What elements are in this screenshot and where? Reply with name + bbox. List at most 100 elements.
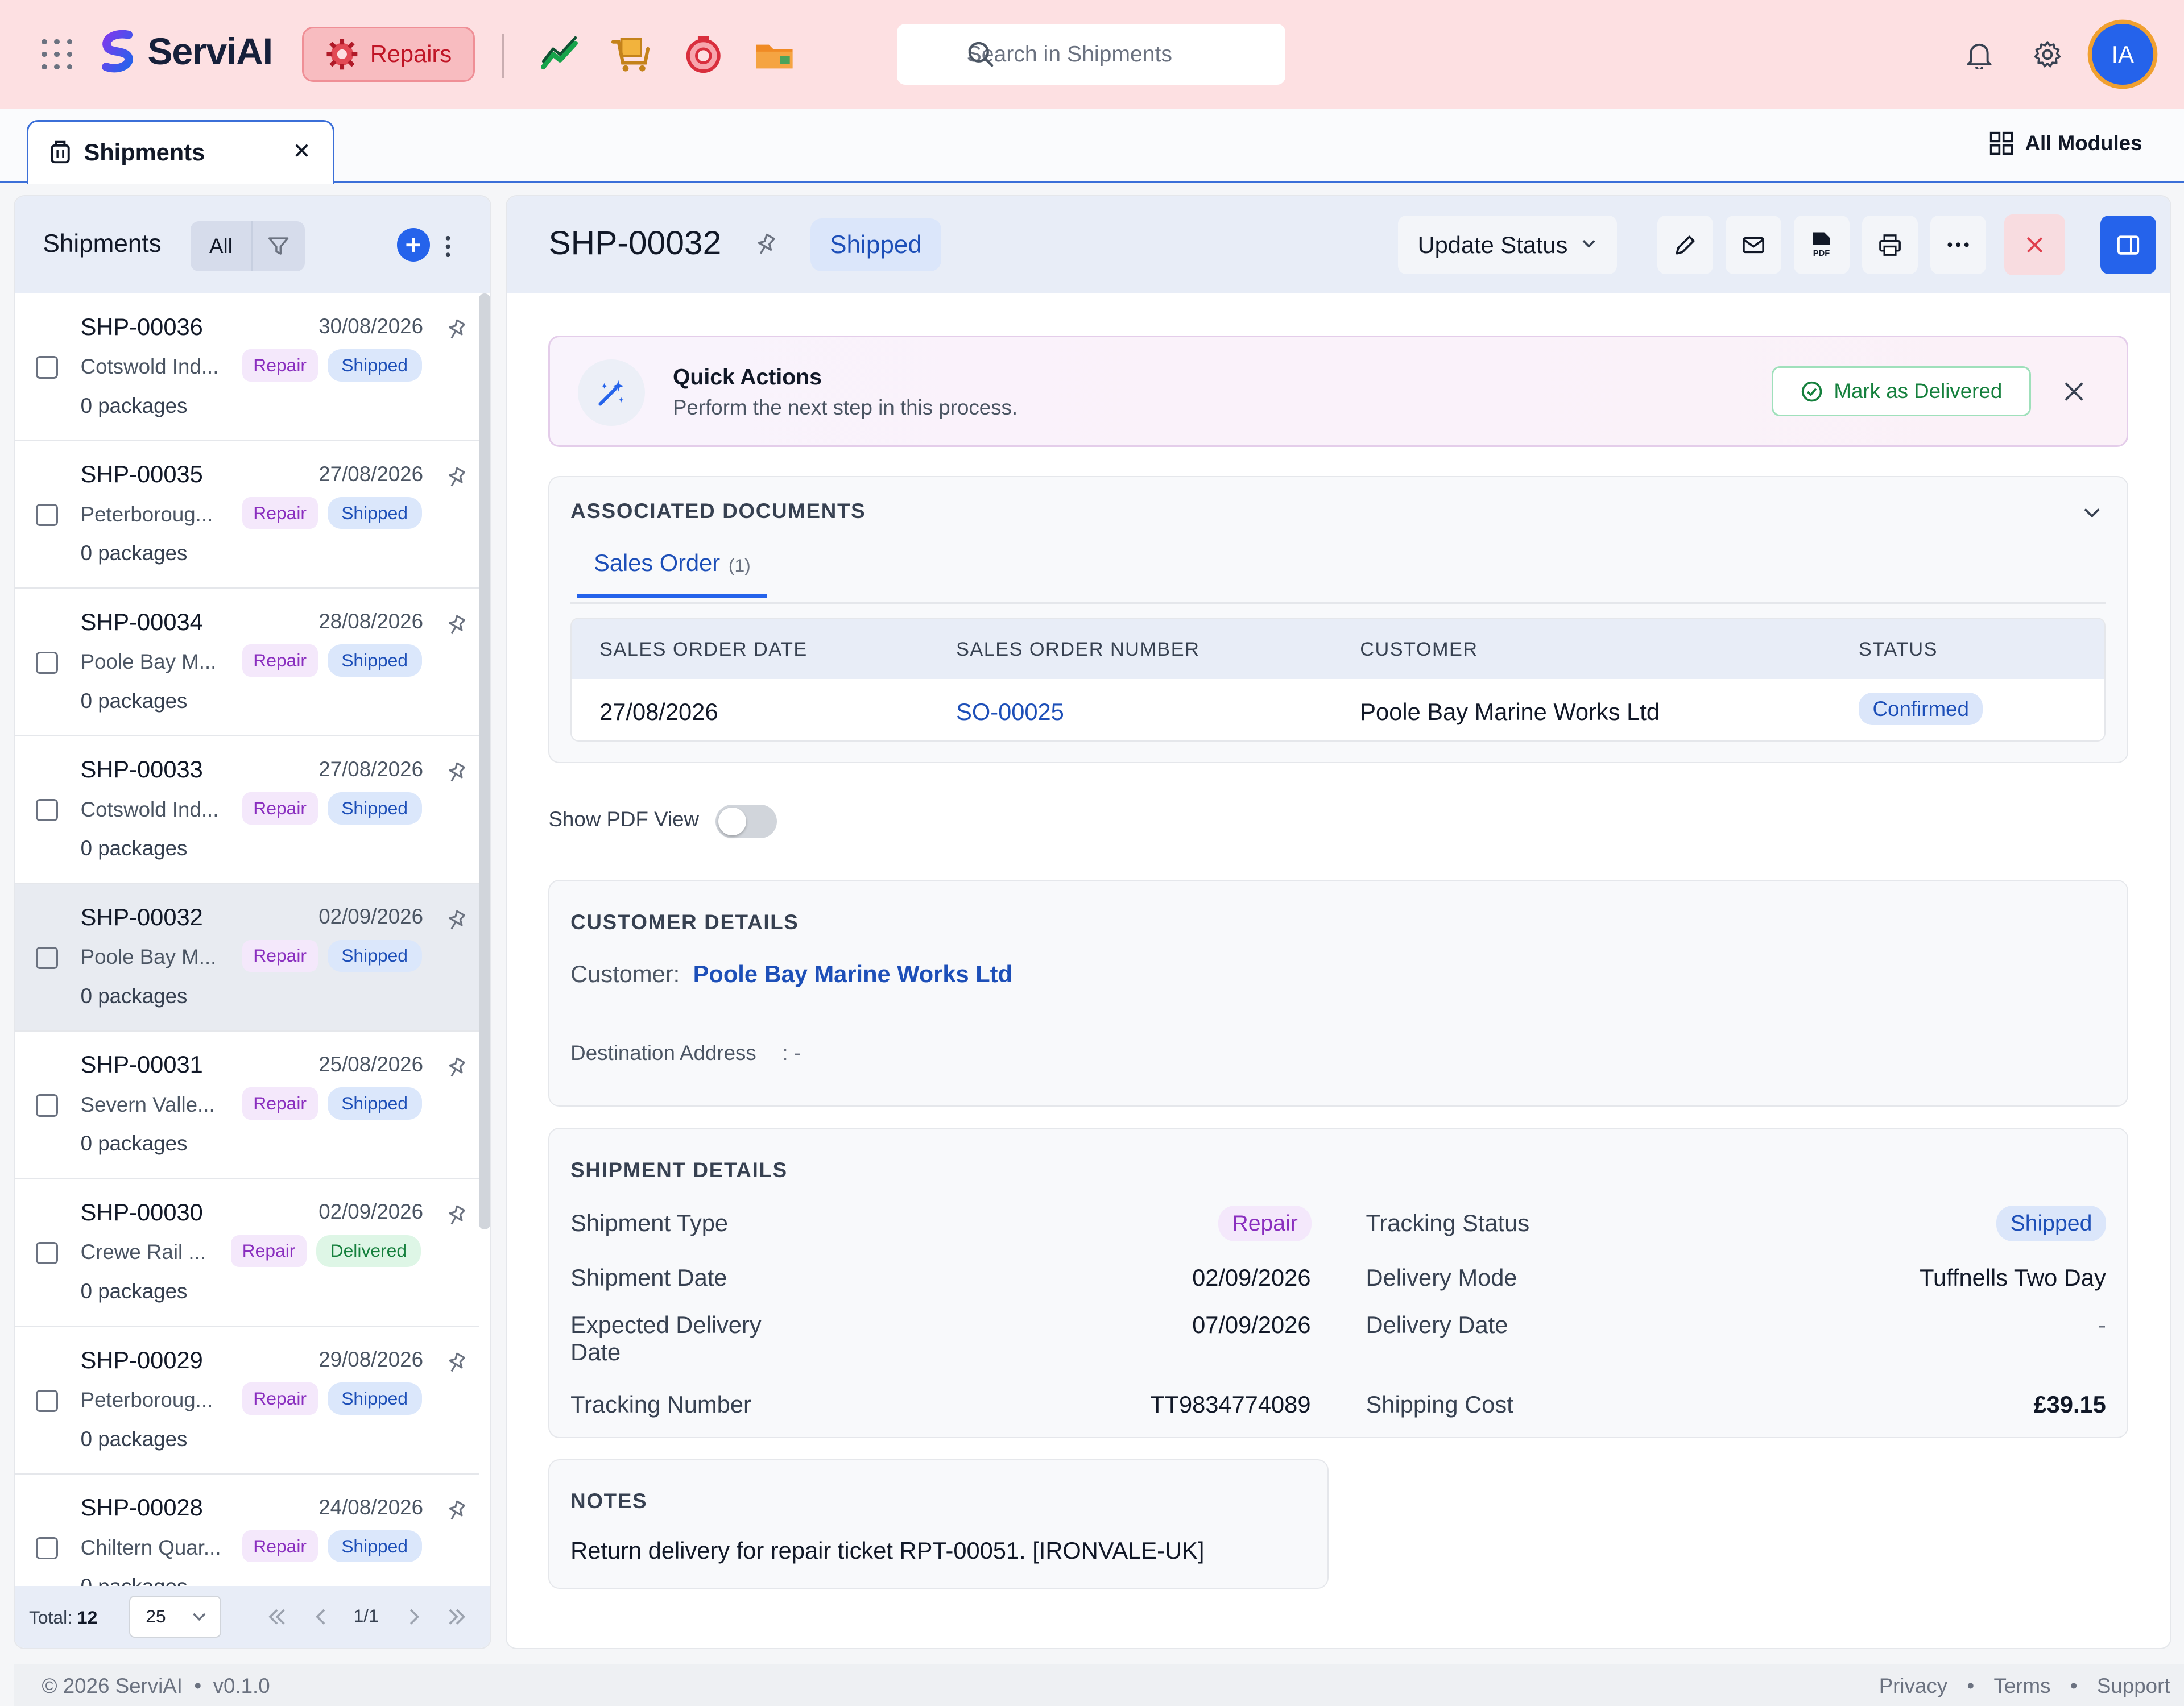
more-vertical-icon[interactable]	[440, 233, 456, 260]
list-item[interactable]: SHP-00028 24/08/2026 Chiltern Quar... Repai…	[15, 1475, 478, 1586]
quick-actions-subtitle: Perform the next step in this process.	[672, 395, 1018, 419]
sales-chart-module-icon[interactable]	[539, 34, 581, 75]
list-item[interactable]: SHP-00029 29/08/2026 Peterboroug... Repair S…	[15, 1327, 479, 1475]
sales-order-number-link[interactable]: SO-00025	[956, 698, 1064, 726]
total-value: 12	[77, 1606, 98, 1628]
row-checkbox[interactable]	[36, 799, 59, 822]
email-button[interactable]	[1725, 216, 1781, 274]
row-checkbox[interactable]	[36, 1389, 59, 1412]
sales-order-tab-label: Sales Order	[594, 549, 721, 577]
search-input[interactable]	[963, 40, 1276, 68]
pin-icon[interactable]	[753, 233, 778, 258]
filter-all-button[interactable]: All	[191, 221, 251, 271]
chevron-down-icon[interactable]	[2082, 505, 2102, 519]
shipment-details-card: SHIPMENT DETAILS Shipment Type Repair Sh…	[548, 1128, 2128, 1439]
row-checkbox[interactable]	[36, 1241, 59, 1265]
apps-grid-icon[interactable]	[42, 39, 73, 70]
update-status-button[interactable]: Update Status	[1398, 216, 1617, 274]
search-icon	[968, 42, 993, 67]
cancel-shipment-button[interactable]	[2004, 214, 2066, 276]
pin-icon[interactable]	[445, 318, 468, 341]
plus-icon	[406, 238, 421, 252]
package-count: 0 packages	[80, 837, 188, 860]
customer-name: Peterboroug...	[80, 502, 213, 526]
pdf-button[interactable]: PDF	[1793, 216, 1850, 274]
customer-details-card: CUSTOMER DETAILS Customer: Poole Bay Mar…	[548, 880, 2128, 1107]
terms-link[interactable]: Terms	[1994, 1674, 2051, 1698]
top-header: ServiAI Repairs Search in Shipments IA	[0, 0, 2184, 109]
pin-icon[interactable]	[445, 909, 468, 931]
edit-button[interactable]	[1657, 216, 1713, 274]
close-icon[interactable]	[2063, 380, 2085, 403]
brand-logo[interactable]: ServiAI	[95, 28, 273, 75]
list-scrollbar[interactable]	[478, 293, 490, 1229]
print-button[interactable]	[1862, 216, 1918, 274]
shipment-date: 27/08/2026	[318, 462, 424, 486]
row-checkbox[interactable]	[36, 651, 59, 674]
tab-sales-order[interactable]: Sales Order (1)	[577, 549, 767, 598]
row-checkbox[interactable]	[36, 504, 59, 527]
support-link[interactable]: Support	[2097, 1674, 2170, 1698]
privacy-link[interactable]: Privacy	[1879, 1674, 1947, 1698]
first-page-icon[interactable]	[267, 1607, 287, 1626]
repairs-module-button[interactable]: Repairs	[302, 26, 475, 82]
row-checkbox[interactable]	[36, 356, 59, 379]
pin-icon[interactable]	[445, 614, 468, 636]
search-box[interactable]	[897, 23, 1286, 85]
service-badge-module-icon[interactable]	[682, 34, 724, 75]
row-badges: Repair Delivered	[231, 1235, 421, 1268]
status-badge: Shipped	[327, 644, 422, 677]
pin-icon[interactable]	[445, 1204, 468, 1227]
list-pagination: Total: 12 25 1/1	[15, 1585, 491, 1648]
separator-dot: •	[2070, 1674, 2078, 1697]
pin-icon[interactable]	[445, 1500, 468, 1522]
list-item[interactable]: SHP-00033 27/08/2026 Cotswold Ind... Repair…	[15, 736, 479, 884]
row-badges: Repair Shipped	[242, 1530, 422, 1563]
pdf-file-icon: PDF	[1813, 232, 1830, 258]
gear-icon[interactable]	[2032, 39, 2063, 70]
row-checkbox[interactable]	[36, 946, 59, 969]
list-item-selected[interactable]: SHP-00032 02/09/2026 Poole Bay M... Repair S…	[15, 884, 479, 1032]
mark-as-delivered-button[interactable]: Mark as Delivered	[1772, 366, 2031, 417]
page-size-select[interactable]: 25	[129, 1596, 221, 1638]
row-checkbox[interactable]	[36, 1537, 59, 1560]
next-page-icon[interactable]	[404, 1607, 423, 1626]
last-page-icon[interactable]	[447, 1607, 466, 1626]
add-shipment-button[interactable]	[396, 228, 431, 262]
type-badge: Repair	[242, 349, 318, 382]
customer-link[interactable]: Poole Bay Marine Works Ltd	[693, 960, 1012, 988]
type-badge: Repair	[242, 644, 318, 677]
list-item[interactable]: SHP-00035 27/08/2026 Peterboroug... Repair S…	[15, 441, 479, 589]
sales-order-date: 27/08/2026	[599, 698, 718, 725]
row-badges: Repair Shipped	[242, 792, 422, 825]
list-title: Shipments	[43, 229, 162, 258]
row-checkbox[interactable]	[36, 1094, 59, 1117]
list-item[interactable]: SHP-00031 25/08/2026 Severn Valle... Repair…	[15, 1032, 479, 1179]
previous-page-icon[interactable]	[312, 1607, 331, 1626]
shipment-date: 02/09/2026	[318, 1200, 424, 1224]
notes-title: NOTES	[570, 1489, 648, 1513]
close-icon[interactable]	[291, 139, 313, 162]
list-item[interactable]: SHP-00036 30/08/2026 Cotswold Ind... Repair…	[15, 293, 479, 441]
purchase-cart-module-icon[interactable]	[610, 34, 652, 75]
delivery-mode-value: Tuffnells Two Day	[1920, 1264, 2106, 1291]
all-modules-button[interactable]: All Modules	[1989, 131, 2142, 156]
shipment-date: 24/08/2026	[318, 1495, 424, 1519]
pdf-view-toggle[interactable]	[715, 805, 777, 838]
toggle-sidebar-button[interactable]	[2100, 216, 2156, 274]
pin-icon[interactable]	[445, 1352, 468, 1374]
user-avatar[interactable]: IA	[2092, 23, 2154, 85]
tab-shipments[interactable]: Shipments	[26, 119, 334, 184]
expected-delivery-label: Expected Delivery Date	[570, 1311, 761, 1366]
pin-icon[interactable]	[445, 1057, 468, 1079]
grid-icon	[1989, 132, 2013, 155]
filter-button[interactable]	[251, 221, 305, 272]
pin-icon[interactable]	[445, 761, 468, 784]
pin-icon[interactable]	[445, 466, 468, 488]
inventory-folder-module-icon[interactable]	[754, 34, 795, 75]
list-item[interactable]: SHP-00034 28/08/2026 Poole Bay M... Repair S…	[15, 589, 479, 736]
bell-icon[interactable]	[1964, 39, 1995, 70]
more-actions-button[interactable]	[1930, 216, 1986, 274]
luggage-icon	[51, 141, 70, 164]
list-item[interactable]: SHP-00030 02/09/2026 Crewe Rail ... Repair D…	[15, 1179, 479, 1327]
